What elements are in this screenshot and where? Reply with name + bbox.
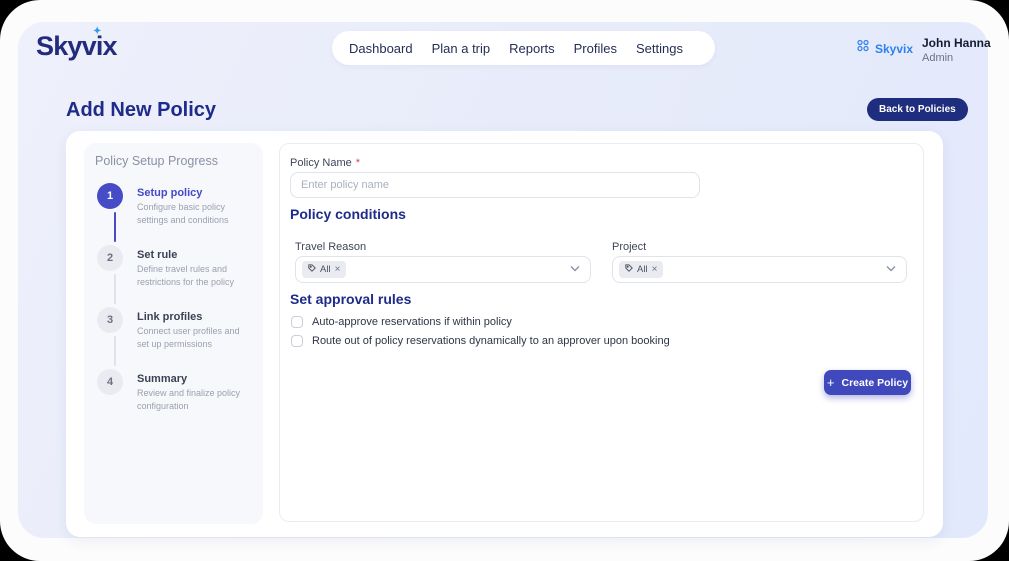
main-nav: Dashboard Plan a trip Reports Profiles S… (332, 31, 715, 65)
step-title: Summary (137, 373, 187, 385)
nav-item-dashboard[interactable]: Dashboard (349, 41, 413, 56)
nav-item-settings[interactable]: Settings (636, 41, 683, 56)
policy-name-input[interactable] (290, 172, 700, 198)
org-name: Skyvix (875, 42, 913, 56)
step-connector (114, 212, 116, 242)
step-description: Connect user profiles and set up permiss… (137, 325, 252, 350)
step-number-badge: 4 (97, 369, 123, 395)
create-policy-label: Create Policy (842, 377, 909, 389)
plus-icon: + (827, 376, 835, 389)
project-label: Project (612, 241, 646, 253)
remove-tag-icon[interactable]: × (652, 265, 658, 275)
tag-icon (625, 264, 633, 275)
step-number-badge: 1 (97, 183, 123, 209)
step-number-badge: 2 (97, 245, 123, 271)
step-description: Define travel rules and restrictions for… (137, 263, 252, 288)
approval-rules-heading: Set approval rules (290, 291, 411, 307)
checkbox[interactable] (291, 316, 303, 328)
route-out-of-policy-checkbox-row[interactable]: Route out of policy reservations dynamic… (291, 335, 670, 348)
step-number-badge: 3 (97, 307, 123, 333)
chevron-down-icon (570, 264, 580, 275)
policy-form-card (279, 143, 924, 522)
travel-reason-label: Travel Reason (295, 241, 366, 253)
app-window: Skyvix ✦ Dashboard Plan a trip Reports P… (0, 0, 1009, 561)
selected-tag-chip: All × (619, 261, 663, 278)
nav-item-plan-a-trip[interactable]: Plan a trip (432, 41, 491, 56)
tag-label: All (637, 264, 648, 275)
user-role: Admin (922, 52, 991, 64)
travel-reason-select[interactable]: All × (295, 256, 591, 283)
required-asterisk: * (356, 157, 360, 169)
user-menu[interactable]: John Hanna Admin (922, 36, 991, 64)
page-title: Add New Policy (66, 99, 216, 122)
step-title: Setup policy (137, 187, 202, 199)
checkbox-label: Route out of policy reservations dynamic… (312, 335, 670, 348)
logo[interactable]: Skyvix ✦ (36, 31, 117, 62)
back-to-policies-button[interactable]: Back to Policies (867, 98, 968, 121)
nav-item-reports[interactable]: Reports (509, 41, 555, 56)
logo-accent-icon: ✦ (93, 27, 102, 36)
step-connector (114, 274, 116, 304)
create-policy-button[interactable]: + Create Policy (824, 370, 911, 395)
checkbox[interactable] (291, 335, 303, 347)
logo-text: Skyvix (36, 31, 117, 61)
progress-title: Policy Setup Progress (95, 154, 218, 168)
step-description: Configure basic policy settings and cond… (137, 201, 252, 226)
auto-approve-checkbox-row[interactable]: Auto-approve reservations if within poli… (291, 316, 512, 329)
tag-icon (308, 264, 316, 275)
selected-tag-chip: All × (302, 261, 346, 278)
remove-tag-icon[interactable]: × (335, 265, 341, 275)
user-name: John Hanna (922, 36, 991, 50)
step-title: Set rule (137, 249, 177, 261)
chevron-down-icon (886, 264, 896, 275)
step-connector (114, 336, 116, 366)
step-title: Link profiles (137, 311, 202, 323)
checkbox-label: Auto-approve reservations if within poli… (312, 316, 512, 329)
nav-item-profiles[interactable]: Profiles (574, 41, 617, 56)
step-description: Review and finalize policy configuration (137, 387, 252, 412)
policy-name-label: Policy Name* (290, 157, 360, 169)
organization-icon (856, 39, 870, 58)
project-select[interactable]: All × (612, 256, 907, 283)
policy-conditions-heading: Policy conditions (290, 206, 406, 222)
org-switcher[interactable]: Skyvix (856, 39, 913, 58)
tag-label: All (320, 264, 331, 275)
